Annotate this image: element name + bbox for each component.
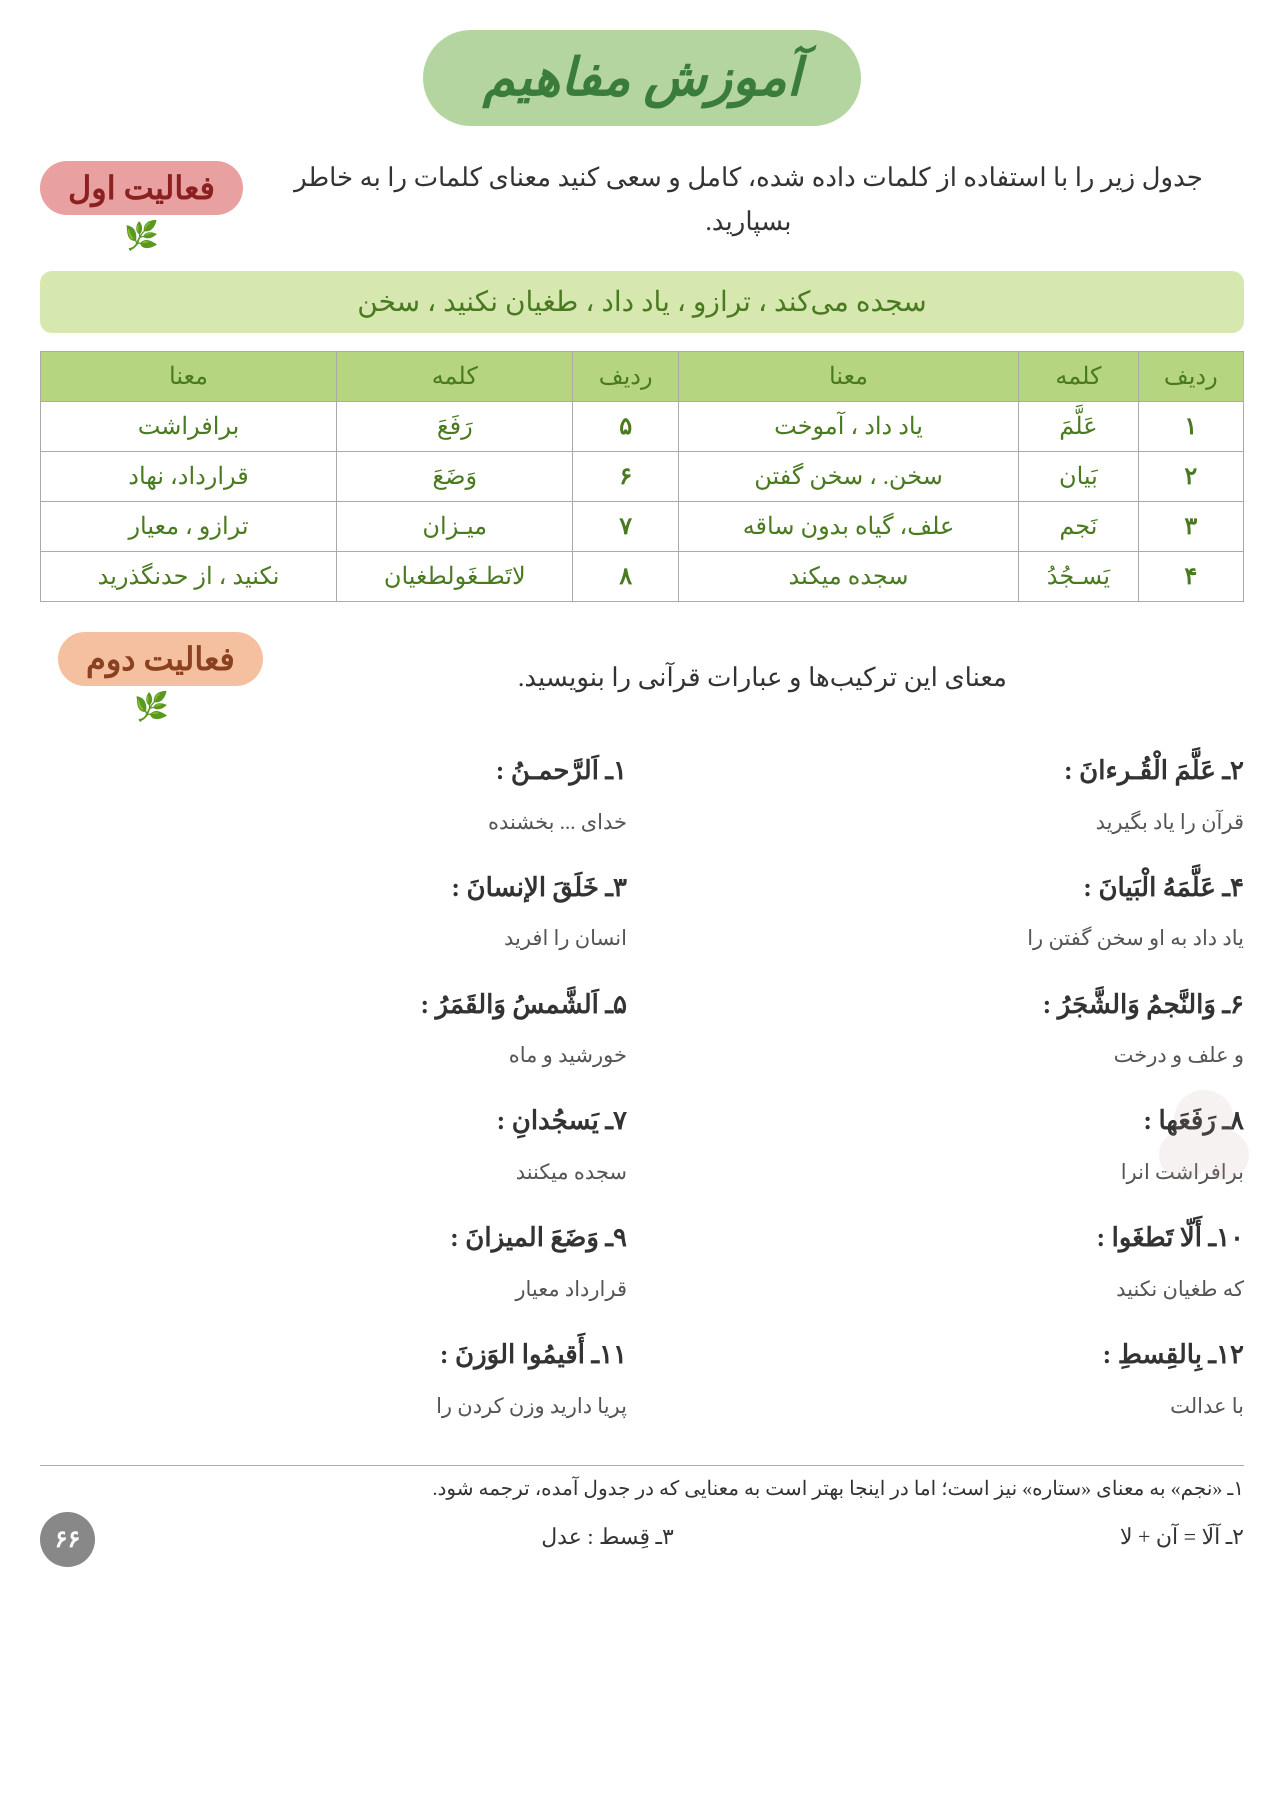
meaning2-cell: نکنید ، از حدنگذرید: [41, 552, 337, 602]
vocabulary-table: ردیف کلمه معنا ردیف کلمه معنا ۱ عَلَّمَ …: [40, 351, 1244, 602]
activity1-instruction: جدول زیر را با استفاده از کلمات داده شده…: [243, 156, 1244, 244]
activity2-instruction: معنای این ترکیب‌ها و عبارات قرآنی را بنو…: [281, 663, 1244, 693]
activity1-badge: فعالیت اول: [40, 161, 243, 215]
col-header-radif1: ردیف: [1138, 352, 1243, 402]
activity2-phrases: ۲ـ عَلَّمَ الْقُـرءانَ : قرآن را یاد بگی…: [40, 744, 1244, 1445]
translation-text: سجده میکنند: [516, 1160, 627, 1184]
translation-text: که طغیان نکنید: [1116, 1277, 1244, 1301]
col-header-maana1: معنا: [678, 352, 1018, 402]
phrase-block-right: ۸ـ رَفَعَها : برافراشت انرا: [657, 1094, 1244, 1195]
phrases-left-col: ۱ـ اَلرَّحمـنُ : خدای ... بخشنده ۳ـ خَلَ…: [40, 744, 627, 1445]
arabic-phrase: ۳ـ خَلَقَ الإنسانَ :: [451, 873, 627, 902]
word2-cell: لاتَطـغَولطغیان: [337, 552, 573, 602]
translation-text: قرارداد معیار: [515, 1277, 627, 1301]
table-row: ۴ یَسـجُدُ سجده میکند ۸ لاتَطـغَولطغیان …: [41, 552, 1244, 602]
footer-note2: ۲ـ آلَا = آن + لا: [1120, 1524, 1244, 1550]
activity1-badge-wrapper: فعالیت اول 🌿: [40, 161, 243, 253]
col-header-radif2: ردیف: [573, 352, 678, 402]
arabic-phrase: ۸ـ رَفَعَها :: [1143, 1106, 1244, 1135]
meaning1-cell: سخن. ، سخن گفتن: [678, 452, 1018, 502]
activity2-badge: فعالیت دوم: [58, 632, 263, 686]
footer-note3: ۳ـ قِسط : عدل: [541, 1524, 674, 1550]
activity1-section: جدول زیر را با استفاده از کلمات داده شده…: [40, 156, 1244, 253]
arabic-phrase: ۱۱ـ أَقیمُوا الوَزنَ :: [440, 1340, 627, 1369]
activity2-badge-wrapper: فعالیت دوم 🌿: [40, 632, 263, 724]
translation-text: پریا دارید وزن کردن را: [436, 1394, 627, 1418]
word2-cell: میـزان: [337, 502, 573, 552]
arabic-phrase: ۱۲ـ بِالقِسطِ :: [1103, 1340, 1244, 1369]
col-header-kaleme1: کلمه: [1019, 352, 1138, 402]
arabic-phrase: ۵ـ اَلشَّمسُ وَالقَمَرُ :: [421, 990, 628, 1019]
phrase-block-left: ۹ـ وَضَعَ المیزانَ : قرارداد معیار: [40, 1211, 627, 1312]
arabic-phrase: ۹ـ وَضَعَ المیزانَ :: [450, 1223, 627, 1252]
radif2-cell: ۸: [573, 552, 678, 602]
translation-text: خدای ... بخشنده: [488, 810, 627, 834]
arabic-phrase: ۷ـ یَسجُدانِ :: [497, 1106, 627, 1135]
arabic-phrase: ۴ـ عَلَّمَهُ الْبَیانَ :: [1083, 873, 1244, 902]
word1-cell: بَیان: [1019, 452, 1138, 502]
meaning2-cell: ترازو ، معیار: [41, 502, 337, 552]
word1-cell: یَسـجُدُ: [1019, 552, 1138, 602]
radif2-cell: ۷: [573, 502, 678, 552]
translation-text: قرآن را یاد بگیرید: [1096, 810, 1244, 834]
translation-text: یاد داد به او سخن گفتن را: [1027, 926, 1244, 950]
phrase-block-left: ۵ـ اَلشَّمسُ وَالقَمَرُ : خورشید و ماه: [40, 978, 627, 1079]
meaning2-cell: قرارداد، نهاد: [41, 452, 337, 502]
radif1-cell: ۳: [1138, 502, 1243, 552]
phrases-right-col: ۲ـ عَلَّمَ الْقُـرءانَ : قرآن را یاد بگی…: [657, 744, 1244, 1445]
footer-note1: ۱ـ «نجم» به معنای «ستاره» نیز است؛ اما د…: [40, 1476, 1244, 1501]
phrase-block-right: ۴ـ عَلَّمَهُ الْبَیانَ : یاد داد به او س…: [657, 861, 1244, 962]
translation-text: برافراشت انرا: [1121, 1160, 1244, 1184]
radif1-cell: ۲: [1138, 452, 1243, 502]
page: آموزش مفاهیم جدول زیر را با استفاده از ک…: [0, 0, 1284, 1812]
word1-cell: نَجم: [1019, 502, 1138, 552]
leaf-icon-2: 🌿: [40, 690, 263, 724]
translation-text: با عدالت: [1170, 1394, 1244, 1418]
arabic-phrase: ۶ـ وَالنَّجمُ وَالشَّجَرُ :: [1043, 990, 1244, 1019]
radif1-cell: ۱: [1138, 402, 1243, 452]
table-row: ۳ نَجم علف، گیاه بدون ساقه ۷ میـزان تراز…: [41, 502, 1244, 552]
radif1-cell: ۴: [1138, 552, 1243, 602]
phrase-block-right: ۲ـ عَلَّمَ الْقُـرءانَ : قرآن را یاد بگی…: [657, 744, 1244, 845]
phrase-block-left: ۱۱ـ أَقیمُوا الوَزنَ : پریا دارید وزن کر…: [40, 1328, 627, 1429]
arabic-phrase: ۱ـ اَلرَّحمـنُ :: [496, 756, 627, 785]
meaning1-cell: سجده میکند: [678, 552, 1018, 602]
phrase-block-left: ۷ـ یَسجُدانِ : سجده میکنند: [40, 1094, 627, 1195]
activity2-section-header: معنای این ترکیب‌ها و عبارات قرآنی را بنو…: [40, 632, 1244, 724]
translation-text: انسان را افرید: [504, 926, 627, 950]
phrase-block-right: ۱۰ـ أَلّا تَطغَوا : که طغیان نکنید: [657, 1211, 1244, 1312]
word2-cell: رَفَعَ: [337, 402, 573, 452]
arabic-phrase: ۲ـ عَلَّمَ الْقُـرءانَ :: [1064, 756, 1244, 785]
leaf-icon: 🌿: [40, 219, 243, 253]
word1-cell: عَلَّمَ: [1019, 402, 1138, 452]
meaning1-cell: یاد داد ، آموخت: [678, 402, 1018, 452]
word-strip: سجده می‌کند ، ترازو ، یاد داد ، طغیان نک…: [40, 271, 1244, 333]
page-number: ۶۶: [40, 1512, 95, 1567]
phrase-block-right: ۱۲ـ بِالقِسطِ : با عدالت: [657, 1328, 1244, 1429]
footer-row: ۲ـ آلَا = آن + لا ۳ـ قِسط : عدل ۶۶: [40, 1507, 1244, 1567]
meaning2-cell: برافراشت: [41, 402, 337, 452]
header-banner: آموزش مفاهیم: [40, 30, 1244, 126]
meaning1-cell: علف، گیاه بدون ساقه: [678, 502, 1018, 552]
table-row: ۲ بَیان سخن. ، سخن گفتن ۶ وَضَعَ قرارداد…: [41, 452, 1244, 502]
word2-cell: وَضَعَ: [337, 452, 573, 502]
footer: ۱ـ «نجم» به معنای «ستاره» نیز است؛ اما د…: [40, 1465, 1244, 1567]
translation-text: خورشید و ماه: [509, 1043, 627, 1067]
phrase-block-right: ۶ـ وَالنَّجمُ وَالشَّجَرُ : و علف و درخت: [657, 978, 1244, 1079]
radif2-cell: ۶: [573, 452, 678, 502]
table-row: ۱ عَلَّمَ یاد داد ، آموخت ۵ رَفَعَ برافر…: [41, 402, 1244, 452]
translation-text: و علف و درخت: [1114, 1043, 1244, 1067]
phrase-block-left: ۱ـ اَلرَّحمـنُ : خدای ... بخشنده: [40, 744, 627, 845]
col-header-maana2: معنا: [41, 352, 337, 402]
header-title: آموزش مفاهیم: [483, 50, 801, 107]
col-header-kaleme2: کلمه: [337, 352, 573, 402]
phrase-block-left: ۳ـ خَلَقَ الإنسانَ : انسان را افرید: [40, 861, 627, 962]
radif2-cell: ۵: [573, 402, 678, 452]
header-oval: آموزش مفاهیم: [423, 30, 861, 126]
arabic-phrase: ۱۰ـ أَلّا تَطغَوا :: [1096, 1223, 1244, 1252]
